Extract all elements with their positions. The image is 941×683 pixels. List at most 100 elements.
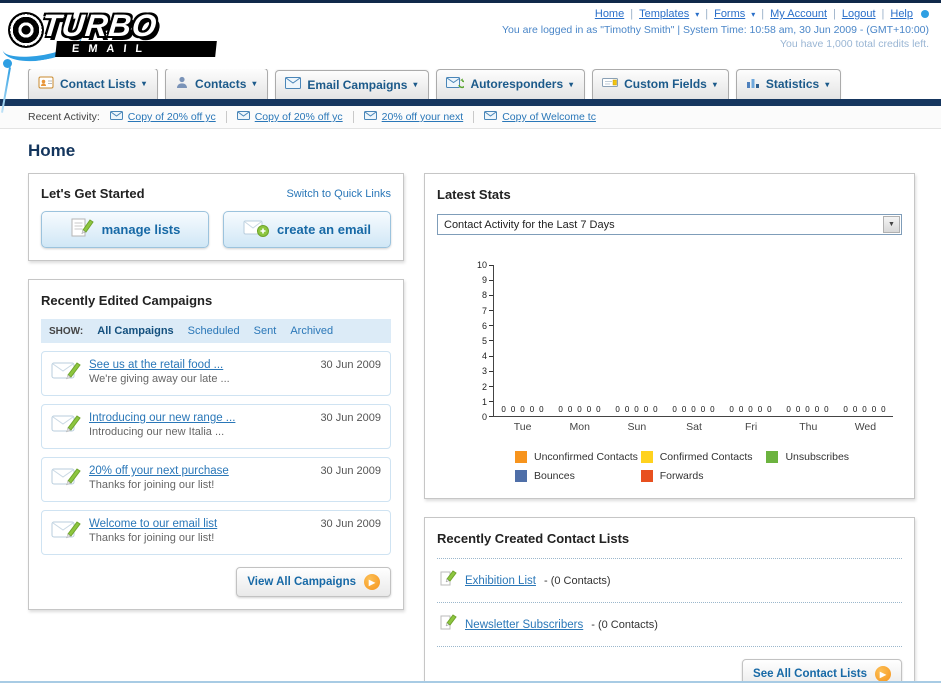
recent-activity-link[interactable]: Copy of 20% off yc	[128, 111, 216, 123]
chart-group: 00000	[722, 405, 779, 416]
recent-activity-bar: Recent Activity: Copy of 20% off yc Copy…	[0, 106, 941, 129]
campaign-subtitle: We're giving away our late ...	[89, 373, 230, 385]
recent-activity-item: Copy of 20% off yc	[236, 111, 354, 123]
chart-value-label: 0	[624, 405, 630, 414]
envelope-icon	[484, 111, 498, 123]
campaign-row[interactable]: Welcome to our email list Thanks for joi…	[41, 510, 391, 555]
page-title: Home	[28, 141, 76, 160]
x-axis-label: Thu	[799, 421, 818, 433]
turbo-email-app: TURBO EMAIL Home Templates ▾ Forms ▾ My Ac…	[0, 0, 941, 683]
nav-link-help[interactable]: Help	[890, 8, 913, 20]
envelope-icon	[109, 111, 123, 123]
filter-sent[interactable]: Sent	[254, 325, 277, 337]
header-right: Home Templates ▾ Forms ▾ My Account Logout…	[502, 8, 929, 50]
see-all-contact-lists-button[interactable]: See All Contact Lists ▶	[742, 659, 902, 681]
chart-value-label: 0	[681, 405, 687, 414]
contact-list-link[interactable]: Newsletter Subscribers	[465, 619, 583, 631]
filter-all-campaigns[interactable]: All Campaigns	[97, 325, 173, 337]
chart-value-label: 0	[643, 405, 649, 414]
view-all-campaigns-button[interactable]: View All Campaigns ▶	[236, 567, 391, 597]
chart-value-label: 0	[510, 405, 516, 414]
campaigns-filter-bar: SHOW: All Campaigns Scheduled Sent Archi…	[41, 319, 391, 343]
legend-swatch-icon	[515, 470, 527, 482]
campaign-row[interactable]: Introducing our new range ... Introducin…	[41, 404, 391, 449]
tab-autoresponders[interactable]: Autoresponders ▾	[436, 69, 586, 99]
recent-activity-item: Copy of 20% off yc	[109, 111, 227, 123]
chart-group: 00000	[779, 405, 836, 416]
filter-scheduled[interactable]: Scheduled	[188, 325, 240, 337]
create-email-button[interactable]: create an email	[223, 211, 391, 248]
chart-value-label: 0	[862, 405, 867, 414]
envelope-pencil-icon	[51, 518, 81, 547]
person-icon	[175, 75, 189, 92]
nav-link-my-account[interactable]: My Account	[770, 8, 827, 20]
chevron-down-icon: ▾	[569, 79, 574, 89]
stats-period-value: Contact Activity for the Last 7 Days	[444, 218, 615, 231]
campaign-row[interactable]: 20% off your next purchase Thanks for jo…	[41, 457, 391, 502]
chart-value-label: 0	[539, 405, 544, 414]
campaign-title-link[interactable]: Introducing our new range ...	[89, 412, 235, 424]
campaign-title-link[interactable]: See us at the retail food ...	[89, 359, 230, 371]
contact-list-link[interactable]: Exhibition List	[465, 575, 536, 587]
create-email-label: create an email	[277, 222, 371, 237]
legend-label: Forwards	[659, 470, 704, 482]
chart-value-label: 0	[852, 405, 858, 414]
turbo-email-logo[interactable]: TURBO EMAIL	[0, 8, 266, 67]
campaign-title-link[interactable]: 20% off your next purchase	[89, 465, 229, 477]
tab-label: Contacts	[195, 76, 247, 91]
view-all-campaigns-label: View All Campaigns	[247, 576, 356, 588]
campaign-date: 30 Jun 2009	[320, 465, 381, 477]
chart-legend: Unconfirmed Contacts Confirmed Contacts Un…	[515, 451, 896, 482]
x-axis-label: Mon	[569, 421, 590, 433]
tab-label: Contact Lists	[60, 76, 137, 91]
tab-contacts[interactable]: Contacts ▾	[165, 68, 269, 99]
switch-quick-links-link[interactable]: Switch to Quick Links	[286, 188, 391, 200]
nav-link-home[interactable]: Home	[595, 8, 624, 20]
nav-link-logout[interactable]: Logout	[842, 8, 876, 20]
envelope-pencil-icon	[51, 412, 81, 441]
legend-swatch-icon	[766, 451, 779, 463]
left-column: Let's Get Started Switch to Quick Links …	[28, 173, 404, 610]
chart-value-label: 0	[672, 405, 677, 414]
legend-item: Forwards	[640, 470, 767, 482]
recent-activity-item: 20% off your next	[363, 111, 475, 123]
nav-link-templates[interactable]: Templates	[639, 8, 689, 20]
recent-activity-link[interactable]: Copy of 20% off yc	[255, 111, 343, 123]
tab-custom-fields[interactable]: Custom Fields ▾	[592, 69, 729, 99]
manage-lists-button[interactable]: manage lists	[41, 211, 209, 248]
campaign-date: 30 Jun 2009	[320, 359, 381, 371]
contact-list-row[interactable]: Exhibition List - (0 Contacts)	[437, 559, 902, 603]
stats-period-select[interactable]: Contact Activity for the Last 7 Days ▼	[437, 214, 902, 235]
chart-value-label: 0	[577, 405, 582, 414]
filter-archived[interactable]: Archived	[290, 325, 333, 337]
chevron-down-icon: ▾	[413, 80, 418, 89]
recent-activity-link[interactable]: 20% off your next	[382, 111, 464, 123]
login-info: You are logged in as "Timothy Smith" | S…	[502, 24, 929, 36]
tab-email-campaigns[interactable]: Email Campaigns ▾	[275, 70, 430, 99]
campaigns-panel-title: Recently Edited Campaigns	[41, 293, 213, 308]
contact-list-row[interactable]: Newsletter Subscribers - (0 Contacts)	[437, 603, 902, 647]
top-header: TURBO EMAIL Home Templates ▾ Forms ▾ My Ac…	[0, 3, 941, 113]
chart-value-label: 0	[881, 405, 886, 414]
chart-value-label: 0	[634, 405, 639, 414]
tab-statistics[interactable]: Statistics ▾	[735, 69, 842, 99]
pencil-page-icon	[439, 613, 457, 636]
nav-link-forms[interactable]: Forms	[714, 8, 745, 20]
logo-title: TURBO	[40, 8, 160, 43]
campaign-title-link[interactable]: Welcome to our email list	[89, 518, 217, 530]
pencil-list-icon	[70, 217, 94, 242]
chart-value-label: 0	[729, 405, 734, 414]
recent-activity-link[interactable]: Copy of Welcome tc	[502, 111, 596, 123]
tab-contact-lists[interactable]: Contact Lists ▾	[28, 68, 159, 99]
envelope-plus-icon	[243, 218, 270, 241]
chart-plot: 00000000000000000000000000000000000	[493, 265, 893, 417]
chart-value-label: 0	[814, 405, 820, 414]
campaign-row[interactable]: See us at the retail food ... We're givi…	[41, 351, 391, 396]
campaign-subtitle: Introducing our new Italia ...	[89, 426, 225, 438]
envelope-refresh-icon	[446, 76, 467, 92]
chart-group: 00000	[608, 405, 665, 416]
legend-swatch-icon	[640, 451, 653, 463]
chart-value-label: 0	[805, 405, 810, 414]
legend-swatch-icon	[640, 470, 653, 482]
top-nav: Home Templates ▾ Forms ▾ My Account Logout…	[502, 8, 929, 20]
